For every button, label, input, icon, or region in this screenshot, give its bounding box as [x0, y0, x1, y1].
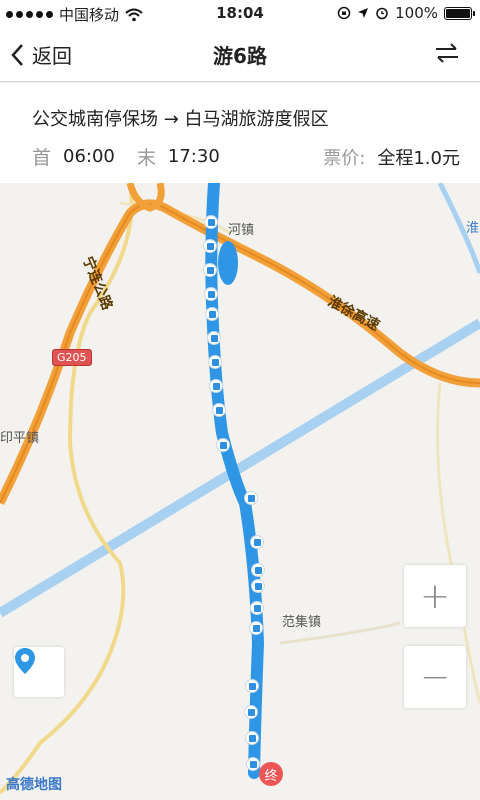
- fare-label: 票价:: [323, 147, 366, 169]
- swap-direction-icon[interactable]: [434, 42, 460, 64]
- fare-value: 全程1.0元: [377, 147, 460, 169]
- bus-stop-icon[interactable]: [245, 731, 259, 745]
- bus-stop-icon[interactable]: [205, 307, 219, 321]
- alarm-icon: [376, 7, 388, 20]
- bus-stop-icon[interactable]: [203, 263, 217, 277]
- bus-stop-icon[interactable]: [212, 403, 226, 417]
- plus-icon: +: [419, 575, 451, 617]
- bus-stop-icon[interactable]: [249, 621, 263, 635]
- nav-bar: 返回 游6路: [0, 28, 480, 82]
- first-bus-time: 06:00: [63, 146, 115, 167]
- map-logo: 高德地图: [6, 777, 62, 793]
- bus-stop-icon[interactable]: [245, 679, 259, 693]
- bus-stop-icon[interactable]: [204, 215, 218, 229]
- minor-road-1: [0, 183, 134, 795]
- bus-stop-icon[interactable]: [250, 601, 264, 615]
- bus-stop-icon[interactable]: [203, 239, 217, 253]
- bus-stop-icon[interactable]: [251, 579, 265, 593]
- location-arrow-icon: [358, 8, 369, 18]
- status-right: 100%: [337, 4, 475, 22]
- zoom-out-button[interactable]: −: [404, 646, 466, 708]
- rotation-lock-icon: [337, 6, 351, 20]
- highway-shield: G205: [52, 349, 92, 366]
- bus-stop-icon[interactable]: [209, 379, 223, 393]
- bus-stop-icon[interactable]: [204, 287, 218, 301]
- end-stop-marker[interactable]: 终: [259, 762, 283, 786]
- status-bar: 中国移动 18:04 100%: [0, 0, 480, 28]
- route-info-panel: 公交城南停保场 → 白马湖旅游度假区 首 06:00 末 17:30 票价: 全…: [0, 83, 480, 183]
- location-pin-icon: [15, 648, 35, 674]
- bus-stop-icon[interactable]: [207, 331, 221, 345]
- last-bus-label: 末: [136, 147, 156, 169]
- bus-stop-icon[interactable]: [251, 563, 265, 577]
- bus-stop-icon[interactable]: [250, 535, 264, 549]
- place-label-fanjizhen: 范集镇: [282, 615, 322, 630]
- page-title: 游6路: [213, 44, 267, 68]
- place-label-hezhen: 河镇: [228, 223, 255, 238]
- place-label-huai: 淮: [466, 221, 480, 236]
- route-times: 首 06:00 末 17:30 票价: 全程1.0元: [32, 143, 460, 170]
- battery-icon: [444, 6, 475, 20]
- first-bus-label: 首: [32, 147, 52, 169]
- map-view[interactable]: 河镇 印平镇 范集镇 淮 宁连公路 淮徐高速 G205 终 + − 高德地图: [0, 183, 480, 800]
- bus-stop-icon[interactable]: [244, 705, 258, 719]
- place-label-pingzhen: 印平镇: [0, 431, 40, 446]
- locate-button[interactable]: [14, 647, 64, 697]
- zoom-in-button[interactable]: +: [404, 565, 466, 627]
- bus-stop-icon[interactable]: [216, 438, 230, 452]
- route-name: 公交城南停保场 → 白马湖旅游度假区: [32, 109, 329, 130]
- battery-percent: 100%: [395, 4, 438, 22]
- bus-route-loop: [218, 241, 238, 285]
- bus-stop-icon[interactable]: [244, 491, 258, 505]
- minus-icon: −: [419, 656, 451, 698]
- bus-stop-icon[interactable]: [246, 757, 260, 771]
- bus-stop-icon[interactable]: [208, 355, 222, 369]
- last-bus-time: 17:30: [167, 146, 220, 167]
